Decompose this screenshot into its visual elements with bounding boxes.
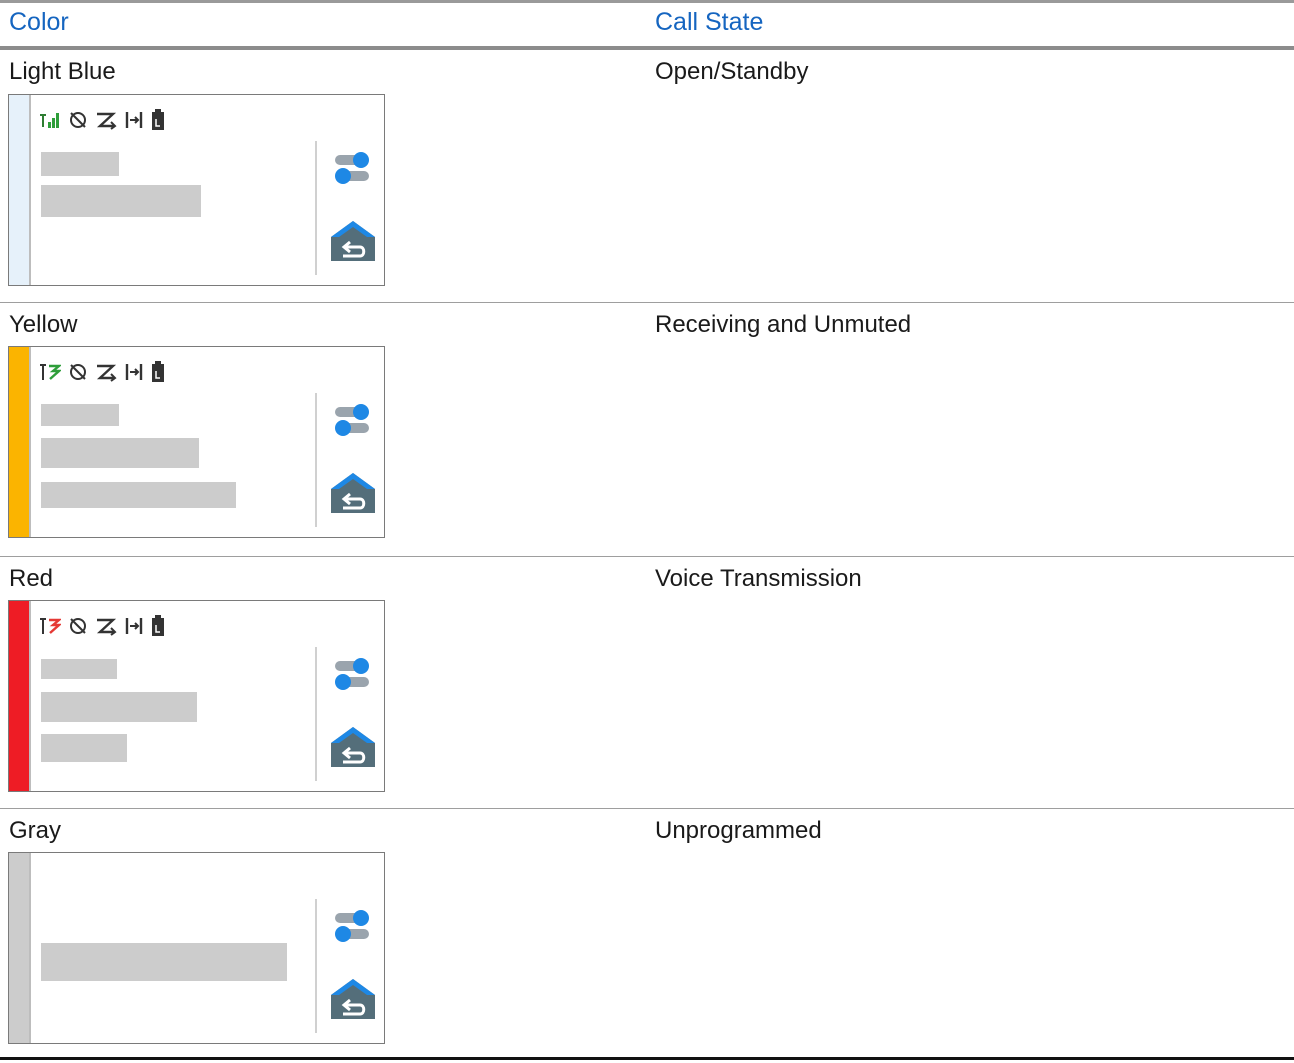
column-header-color: Color [9,8,69,36]
signal-icon [40,113,59,128]
call-state-text: Open/Standby [655,58,809,85]
screen-preview-red [8,600,385,792]
screen-preview-light-blue [8,94,385,286]
color-name: Red [9,565,54,592]
home-return-icon[interactable] [329,977,377,1021]
call-state-strip [9,601,31,791]
text-placeholder-bar [41,659,117,679]
status-bar [39,615,165,637]
call-state-strip [9,347,31,537]
column-header-call-state: Call State [655,8,764,36]
text-placeholder-bar [41,943,287,981]
call-state-text: Receiving and Unmuted [655,311,912,338]
text-placeholder-bar [41,438,199,468]
signal-receive-icon [40,364,61,380]
call-state-strip [9,853,31,1043]
home-return-icon[interactable] [329,725,377,769]
screen-preview-yellow [8,346,385,538]
text-placeholder-bar [41,734,127,762]
table-bottom-border [0,1057,1294,1060]
text-placeholder-bar [41,185,201,217]
status-bar [39,109,165,131]
toggle-settings-icon[interactable] [333,151,373,185]
toggle-settings-icon[interactable] [333,909,373,943]
row-divider [0,808,1294,809]
bluetooth-icon [125,364,143,380]
row-divider [0,556,1294,557]
gps-off-icon [70,618,86,634]
data-off-icon [96,618,117,636]
panel-divider [315,141,317,275]
call-state-text: Voice Transmission [655,565,862,592]
header-divider [0,46,1294,50]
panel-divider [315,647,317,781]
toggle-settings-icon[interactable] [333,403,373,437]
text-placeholder-bar [41,404,119,426]
bluetooth-icon [125,618,143,634]
home-return-icon[interactable] [329,471,377,515]
screen-preview-gray [8,852,385,1044]
color-name: Yellow [9,311,78,338]
color-name: Light Blue [9,58,116,85]
battery-icon [152,361,164,382]
call-state-text: Unprogrammed [655,817,822,844]
data-off-icon [96,364,117,382]
panel-divider [315,393,317,527]
text-placeholder-bar [41,692,197,722]
battery-icon [152,109,164,130]
gps-off-icon [70,112,86,128]
bluetooth-icon [125,112,143,128]
color-name: Gray [9,817,62,844]
battery-icon [152,615,164,636]
data-off-icon [96,112,117,130]
panel-divider [315,899,317,1033]
row-divider [0,302,1294,303]
table-top-border [0,0,1294,3]
toggle-settings-icon[interactable] [333,657,373,691]
text-placeholder-bar [41,152,119,176]
call-state-strip [9,95,31,285]
status-bar [39,361,165,383]
signal-transmit-icon [40,618,61,634]
home-return-icon[interactable] [329,219,377,263]
gps-off-icon [70,364,86,380]
text-placeholder-bar [41,482,236,508]
